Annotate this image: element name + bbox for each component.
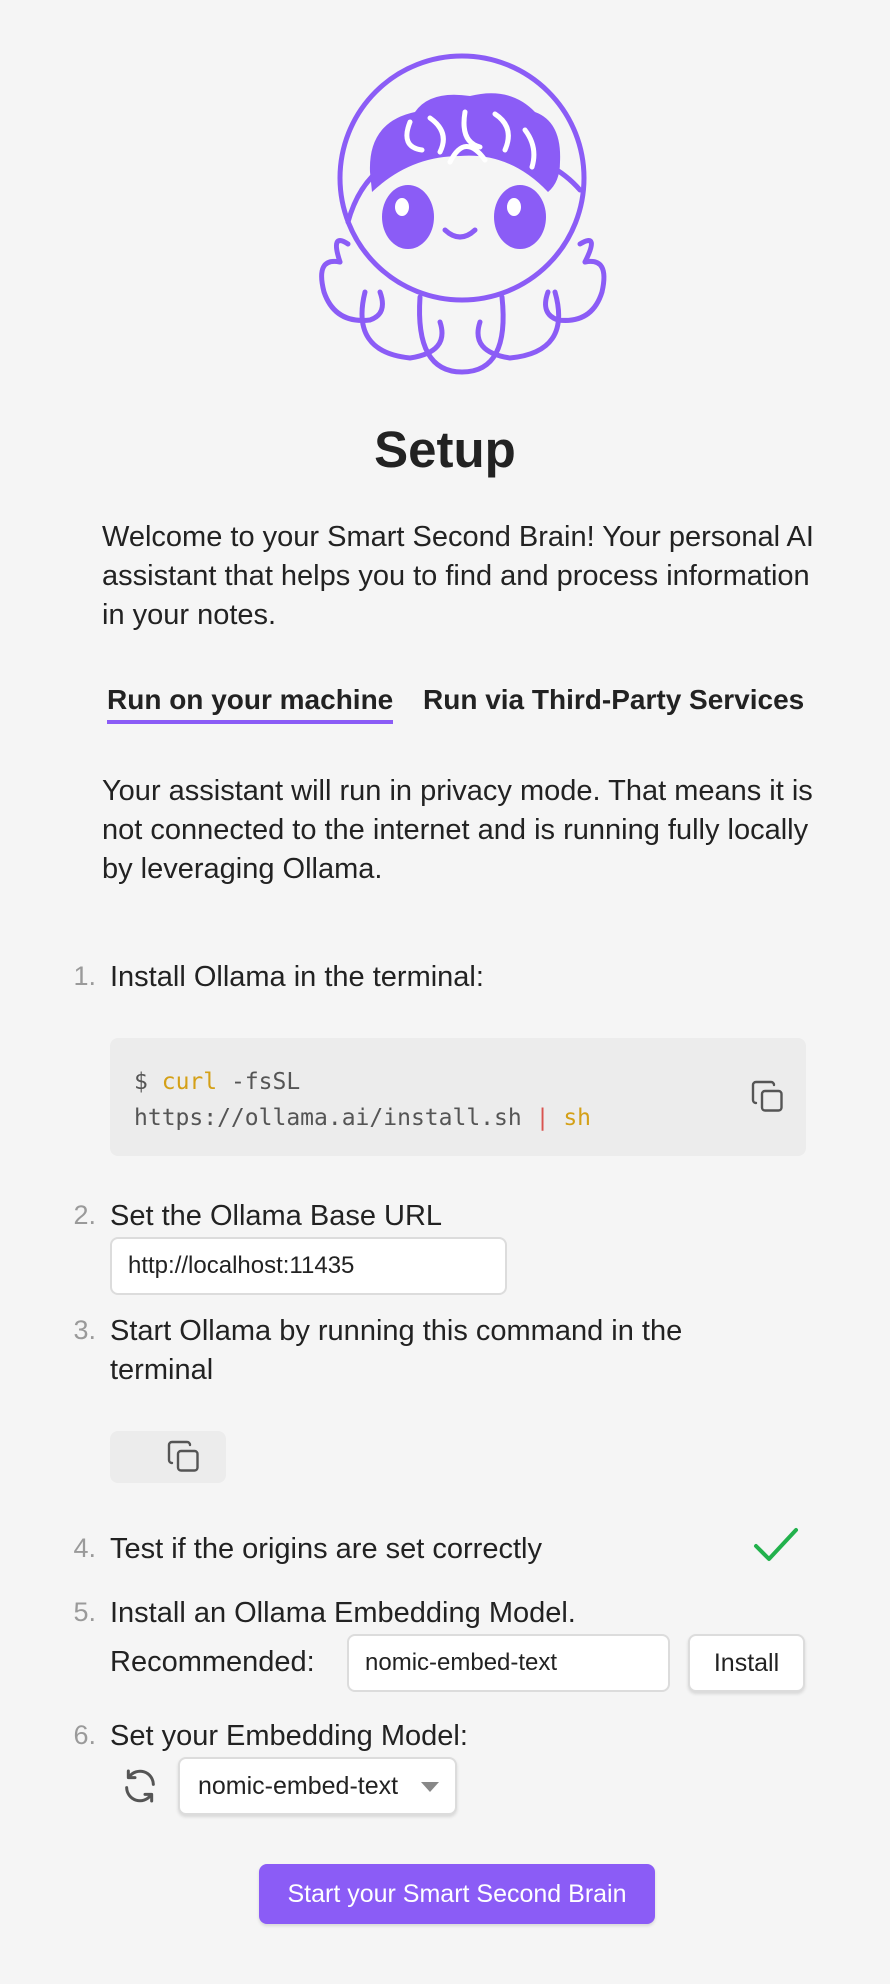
octopus-brain-logo xyxy=(319,53,607,375)
code-url: https://ollama.ai/install.sh xyxy=(134,1105,522,1131)
page-title: Setup xyxy=(374,421,516,478)
code-flags: -fsSL xyxy=(230,1069,301,1095)
step-text: Install Ollama in the terminal: xyxy=(110,961,484,993)
copy-icon xyxy=(167,1440,199,1472)
step-number: 6. xyxy=(73,1720,96,1750)
chevron-down-icon xyxy=(421,1782,439,1792)
install-model-button[interactable]: Install xyxy=(688,1634,805,1692)
step-number: 5. xyxy=(73,1597,96,1627)
copy-start-command-button[interactable] xyxy=(162,1435,206,1479)
tab-run-third-party[interactable]: Run via Third-Party Services xyxy=(423,684,804,716)
copy-icon xyxy=(751,1080,783,1112)
tab-run-local[interactable]: Run on your machine xyxy=(107,684,394,724)
step-text: Install an Ollama Embedding Model. xyxy=(110,1597,576,1629)
code-shell: sh xyxy=(563,1105,592,1131)
step-text: Start Ollama by running this command in … xyxy=(110,1315,683,1386)
install-command: $ curl -fsSL https://ollama.ai/install.s… xyxy=(134,1064,591,1136)
privacy-mode-text: Your assistant will run in privacy mode.… xyxy=(102,775,813,885)
refresh-icon[interactable] xyxy=(120,1766,160,1806)
step-text: Set your Embedding Model: xyxy=(110,1720,468,1752)
step-text: Set the Ollama Base URL xyxy=(110,1200,443,1232)
start-button[interactable]: Start your Smart Second Brain xyxy=(259,1864,655,1924)
intro-text: Welcome to your Smart Second Brain! Your… xyxy=(102,521,814,631)
setup-page: Setup Welcome to your Smart Second Brain… xyxy=(0,0,890,1984)
selected-model: nomic-embed-text xyxy=(198,1772,399,1800)
step-text: Test if the origins are set correctly xyxy=(110,1533,542,1565)
code-prompt: $ xyxy=(134,1069,148,1095)
check-icon xyxy=(754,1528,798,1561)
embedding-model-select[interactable]: nomic-embed-text xyxy=(178,1757,457,1815)
recommended-label: Recommended: xyxy=(110,1646,315,1678)
start-command-block xyxy=(110,1431,226,1483)
step-number: 1. xyxy=(73,961,96,991)
ollama-base-url-input[interactable] xyxy=(110,1237,507,1295)
step-number: 2. xyxy=(73,1200,96,1230)
embedding-model-input[interactable] xyxy=(347,1634,670,1692)
install-code-block: $ curl -fsSL https://ollama.ai/install.s… xyxy=(110,1038,806,1156)
code-pipe: | xyxy=(535,1105,550,1131)
step-number: 4. xyxy=(73,1533,96,1563)
copy-install-button[interactable] xyxy=(746,1075,790,1119)
code-cmd: curl xyxy=(161,1069,218,1095)
step-number: 3. xyxy=(73,1315,96,1345)
